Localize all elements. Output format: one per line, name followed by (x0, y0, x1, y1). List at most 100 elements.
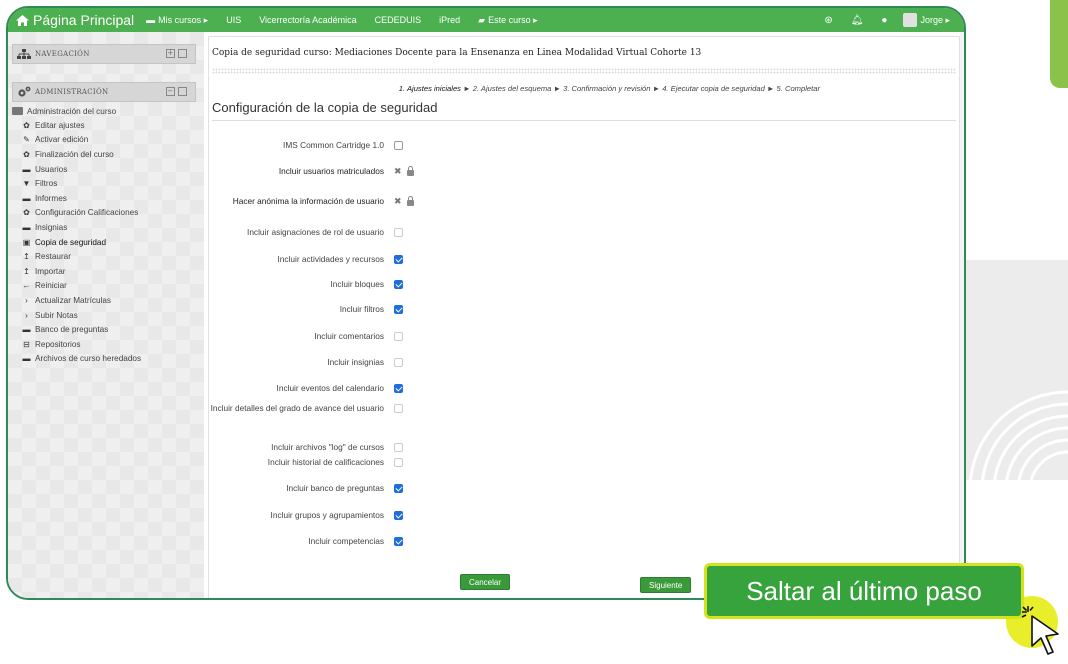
settings-icon[interactable]: ⊛ (824, 15, 832, 26)
divider (212, 68, 956, 74)
sidebar-item-restaurar[interactable]: ↥ Restaurar (12, 249, 196, 264)
menu-mis-cursos[interactable]: ▬ Mis cursos ▸ (146, 15, 208, 26)
option-checkbox[interactable] (394, 404, 403, 413)
block-title: NAVEGACIÓN (35, 50, 90, 58)
stage: Página Principal ▬ Mis cursos ▸ UIS Vicer… (0, 0, 1068, 664)
option-label: IMS Common Cartridge 1.0 (283, 140, 384, 150)
sidebar-item-repositorios[interactable]: ⊟ Repositorios (12, 337, 196, 352)
option-checkbox[interactable] (394, 305, 403, 314)
folder-open-icon (12, 107, 23, 115)
remaining-steps: ► 2. Ajustes del esquema ► 3. Confirmaci… (460, 84, 820, 93)
option-label: Incluir competencias (308, 536, 384, 546)
bell-icon[interactable]: 🔔︎ (851, 15, 864, 26)
chevron-right-icon: › (25, 295, 28, 305)
option-checkbox[interactable] (394, 537, 403, 546)
sidebar-item-importar[interactable]: ↥ Importar (12, 264, 196, 279)
sidebar-item-config-calificaciones[interactable]: ✿ Configuración Calificaciones (12, 206, 196, 221)
sidebar-item-label: Filtros (35, 179, 58, 189)
menu-vicerrectoria[interactable]: Vicerrectoría Académica (259, 15, 356, 25)
block-title: ADMINISTRACIÓN (35, 88, 109, 96)
option-checkbox[interactable] (394, 458, 403, 467)
sidebar: NAVEGACIÓN + ADMINISTRACIÓN − Administra… (8, 32, 204, 598)
option-label: Incluir usuarios matriculados (278, 166, 384, 176)
admin-root[interactable]: Administración del curso (12, 104, 196, 118)
sidebar-item-label: Actualizar Matrículas (35, 295, 111, 305)
option-label: Incluir archivos "log" de cursos (271, 442, 384, 452)
sidebar-item-label: Archivos de curso heredados (35, 354, 142, 364)
avatar[interactable] (903, 13, 918, 27)
folder-icon: ▬ (22, 222, 31, 232)
sitemap-icon (17, 49, 31, 59)
sidebar-item-actualizar-matriculas[interactable]: › Actualizar Matrículas (12, 293, 196, 308)
menu-ipred[interactable]: iPred (439, 15, 460, 25)
option-label: Incluir historial de calificaciones (267, 457, 384, 467)
option-anonima: Hacer anónima la información de usuario … (204, 195, 604, 207)
user-menu[interactable]: Jorge ▸ (920, 15, 950, 26)
option-checkbox[interactable] (394, 280, 403, 289)
menu-label: iPred (439, 15, 461, 25)
option-label: Incluir grupos y agrupamientos (270, 510, 384, 520)
option-checkbox[interactable] (394, 484, 403, 493)
upload-icon: ↥ (23, 266, 30, 276)
sidebar-item-activar-edicion[interactable]: ✎ Activar edición (12, 133, 196, 148)
sidebar-item-subir-notas[interactable]: › Subir Notas (12, 308, 196, 323)
sidebar-item-insignias[interactable]: ▬ Insignias (12, 220, 196, 235)
sidebar-item-label: Editar ajustes (35, 120, 85, 130)
option-checkbox[interactable] (394, 141, 403, 150)
option-checkbox[interactable] (394, 384, 403, 393)
book-icon: ▰ (478, 14, 486, 25)
expand-icon[interactable]: + (166, 49, 175, 58)
sidebar-item-label: Subir Notas (35, 310, 78, 320)
option-checkbox[interactable] (394, 511, 403, 520)
option-bloques: Incluir bloques (204, 279, 604, 290)
option-competencias: Incluir competencias (204, 536, 604, 547)
filter-icon: ▼ (22, 179, 31, 189)
dock-icon[interactable] (178, 87, 187, 96)
sidebar-item-banco-preguntas[interactable]: ▬ Banco de preguntas (12, 322, 196, 337)
skip-to-last-step-button[interactable]: Saltar al último paso (704, 563, 1024, 619)
sidebar-item-reiniciar[interactable]: ← Reiniciar (12, 279, 196, 294)
sidebar-item-copia-seguridad[interactable]: ▣ Copia de seguridad (12, 235, 196, 250)
option-checkbox[interactable] (394, 228, 403, 237)
backup-steps: 1. Ajustes iniciales ► 2. Ajustes del es… (399, 84, 820, 93)
sidebar-item-label: Copia de seguridad (35, 237, 107, 247)
option-actividades: Incluir actividades y recursos (204, 254, 604, 265)
menu-label: Este curso ▸ (488, 14, 538, 25)
sidebar-item-filtros[interactable]: ▼ Filtros (12, 176, 196, 191)
sidebar-item-label: Reiniciar (35, 281, 67, 291)
menu-este-curso[interactable]: ▰ Este curso ▸ (478, 15, 537, 26)
cancel-button[interactable]: Cancelar (460, 574, 511, 590)
menu-uis[interactable]: UIS (226, 15, 241, 25)
collapse-icon[interactable]: − (166, 87, 175, 96)
next-button[interactable]: Siguiente (640, 577, 692, 593)
option-label: Incluir comentarios (314, 331, 384, 341)
option-banco-preguntas: Incluir banco de preguntas (204, 483, 604, 494)
option-label: Incluir actividades y recursos (277, 254, 384, 264)
chevron-right-icon: › (25, 310, 28, 320)
sidebar-item-archivos-heredados[interactable]: ▬ Archivos de curso heredados (12, 352, 196, 367)
repository-icon: ⊟ (23, 339, 30, 349)
navigation-block-header[interactable]: NAVEGACIÓN + (12, 44, 196, 64)
option-grupos: Incluir grupos y agrupamientos (204, 510, 604, 521)
folder-icon: ▬ (22, 325, 31, 335)
admin-block-header[interactable]: ADMINISTRACIÓN − (12, 82, 196, 102)
option-checkbox[interactable] (394, 332, 403, 341)
option-filtros: Incluir filtros (204, 304, 604, 315)
option-checkbox[interactable] (394, 255, 403, 264)
option-asignaciones-rol: Incluir asignaciones de rol de usuario (204, 227, 604, 238)
option-checkbox[interactable] (394, 443, 403, 452)
sidebar-item-finalizacion[interactable]: ✿ Finalización del curso (12, 147, 196, 162)
sidebar-item-usuarios[interactable]: ▬ Usuarios (12, 162, 196, 177)
gears-icon (17, 86, 31, 98)
browser-frame: Página Principal ▬ Mis cursos ▸ UIS Vicer… (6, 6, 966, 600)
menu-cededuis[interactable]: CEDEDUIS (375, 15, 422, 25)
chat-icon[interactable]: ● (881, 15, 887, 26)
home-link[interactable]: Página Principal (8, 12, 134, 28)
sidebar-item-informes[interactable]: ▬ Informes (12, 191, 196, 206)
admin-tree: Administración del curso ✿ Editar ajustes… (12, 104, 196, 366)
dock-icon[interactable] (178, 49, 187, 58)
gear-icon: ✿ (23, 149, 30, 159)
option-checkbox[interactable] (394, 358, 403, 367)
user-area: ⊛ 🔔︎ ● Jorge ▸ (806, 8, 950, 32)
sidebar-item-editar-ajustes[interactable]: ✿ Editar ajustes (12, 118, 196, 133)
